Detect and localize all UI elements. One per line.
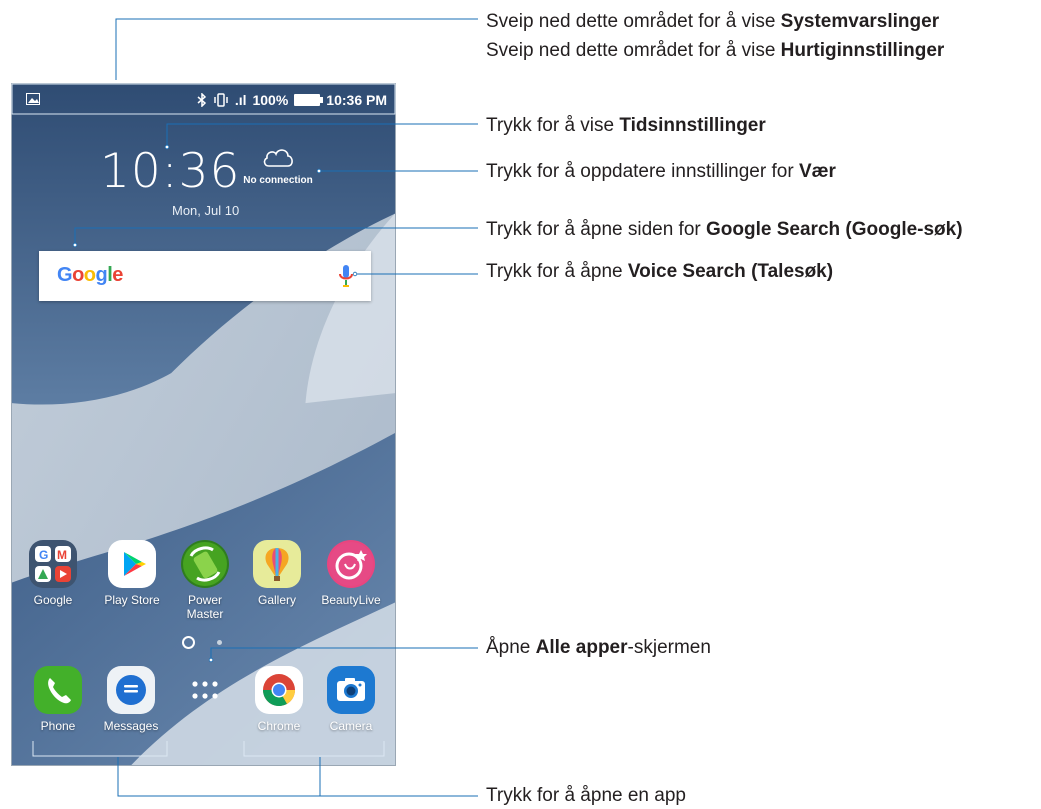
app-camera[interactable]: Camera bbox=[316, 666, 386, 733]
battery-icon bbox=[294, 94, 324, 106]
status-bar[interactable]: .ıl 100% 10:36 PM bbox=[12, 84, 395, 118]
callout-weather: Trykk for å oppdatere innstillinger for … bbox=[486, 161, 836, 182]
app-phone[interactable]: Phone bbox=[23, 666, 93, 733]
google-logo: Google bbox=[57, 264, 123, 286]
app-label: Chrome bbox=[257, 719, 301, 733]
callout-voice-search: Trykk for å åpne Voice Search (Talesøk) bbox=[486, 261, 834, 282]
callout-open-app: Trykk for å åpne en app bbox=[486, 785, 686, 806]
gallery-icon bbox=[253, 540, 301, 588]
power-master-icon bbox=[181, 540, 229, 588]
app-messages[interactable]: Messages bbox=[96, 666, 166, 733]
chrome-icon bbox=[255, 666, 303, 714]
app-gallery[interactable]: Gallery bbox=[242, 540, 312, 607]
camera-icon bbox=[327, 666, 375, 714]
status-time: 10:36 PM bbox=[326, 92, 387, 108]
clock-widget[interactable]: 10:36 bbox=[100, 144, 240, 199]
cloud-icon bbox=[263, 149, 293, 167]
weather-status: No connection bbox=[243, 175, 313, 186]
phone-screen: .ıl 100% 10:36 PM 10:36 Mon, Jul 10 No c… bbox=[11, 83, 396, 766]
app-power-master[interactable]: Power Master bbox=[170, 540, 240, 621]
page-dot-active bbox=[182, 636, 195, 649]
vibrate-icon bbox=[214, 93, 228, 107]
callout-google-search: Trykk for å åpne siden for Google Search… bbox=[486, 219, 963, 240]
app-google-folder[interactable]: G M Google bbox=[18, 540, 88, 607]
app-play-store[interactable]: Play Store bbox=[97, 540, 167, 607]
phone-icon bbox=[34, 666, 82, 714]
google-folder-icon: G M bbox=[29, 540, 77, 588]
app-label: Power Master bbox=[186, 593, 224, 621]
callout-all-apps: Åpne Alle apper-skjermen bbox=[486, 637, 711, 658]
bluetooth-icon bbox=[197, 93, 206, 107]
all-apps-icon bbox=[181, 666, 229, 714]
play-store-icon bbox=[108, 540, 156, 588]
beautylive-icon bbox=[327, 540, 375, 588]
app-label: Google bbox=[33, 593, 73, 607]
weather-widget[interactable]: No connection bbox=[238, 146, 318, 186]
app-label: Messages bbox=[103, 719, 159, 733]
messages-icon bbox=[107, 666, 155, 714]
google-search-bar[interactable]: Google bbox=[39, 251, 371, 301]
app-beautylive[interactable]: BeautyLive bbox=[316, 540, 386, 607]
page-dot bbox=[217, 640, 222, 645]
callout-time-settings: Trykk for å vise Tidsinnstillinger bbox=[486, 115, 766, 136]
app-label: Gallery bbox=[257, 593, 296, 607]
callout-quick-settings: Sveip ned dette området for å vise Hurti… bbox=[486, 40, 945, 61]
app-label: Camera bbox=[329, 719, 373, 733]
app-label: BeautyLive bbox=[321, 593, 381, 607]
signal-icon: .ıl bbox=[234, 92, 247, 108]
app-label: Phone bbox=[40, 719, 76, 733]
app-chrome[interactable]: Chrome bbox=[244, 666, 314, 733]
voice-search-button[interactable] bbox=[339, 264, 353, 288]
battery-percent: 100% bbox=[252, 92, 289, 108]
date-label: Mon, Jul 10 bbox=[172, 203, 240, 218]
app-label: Play Store bbox=[104, 593, 160, 607]
svg-text:M: M bbox=[57, 548, 67, 562]
all-apps-button[interactable] bbox=[170, 666, 240, 719]
image-notification-icon bbox=[26, 93, 40, 105]
callout-notifications: Sveip ned dette området for å vise Syste… bbox=[486, 11, 940, 32]
svg-text:G: G bbox=[39, 548, 48, 562]
